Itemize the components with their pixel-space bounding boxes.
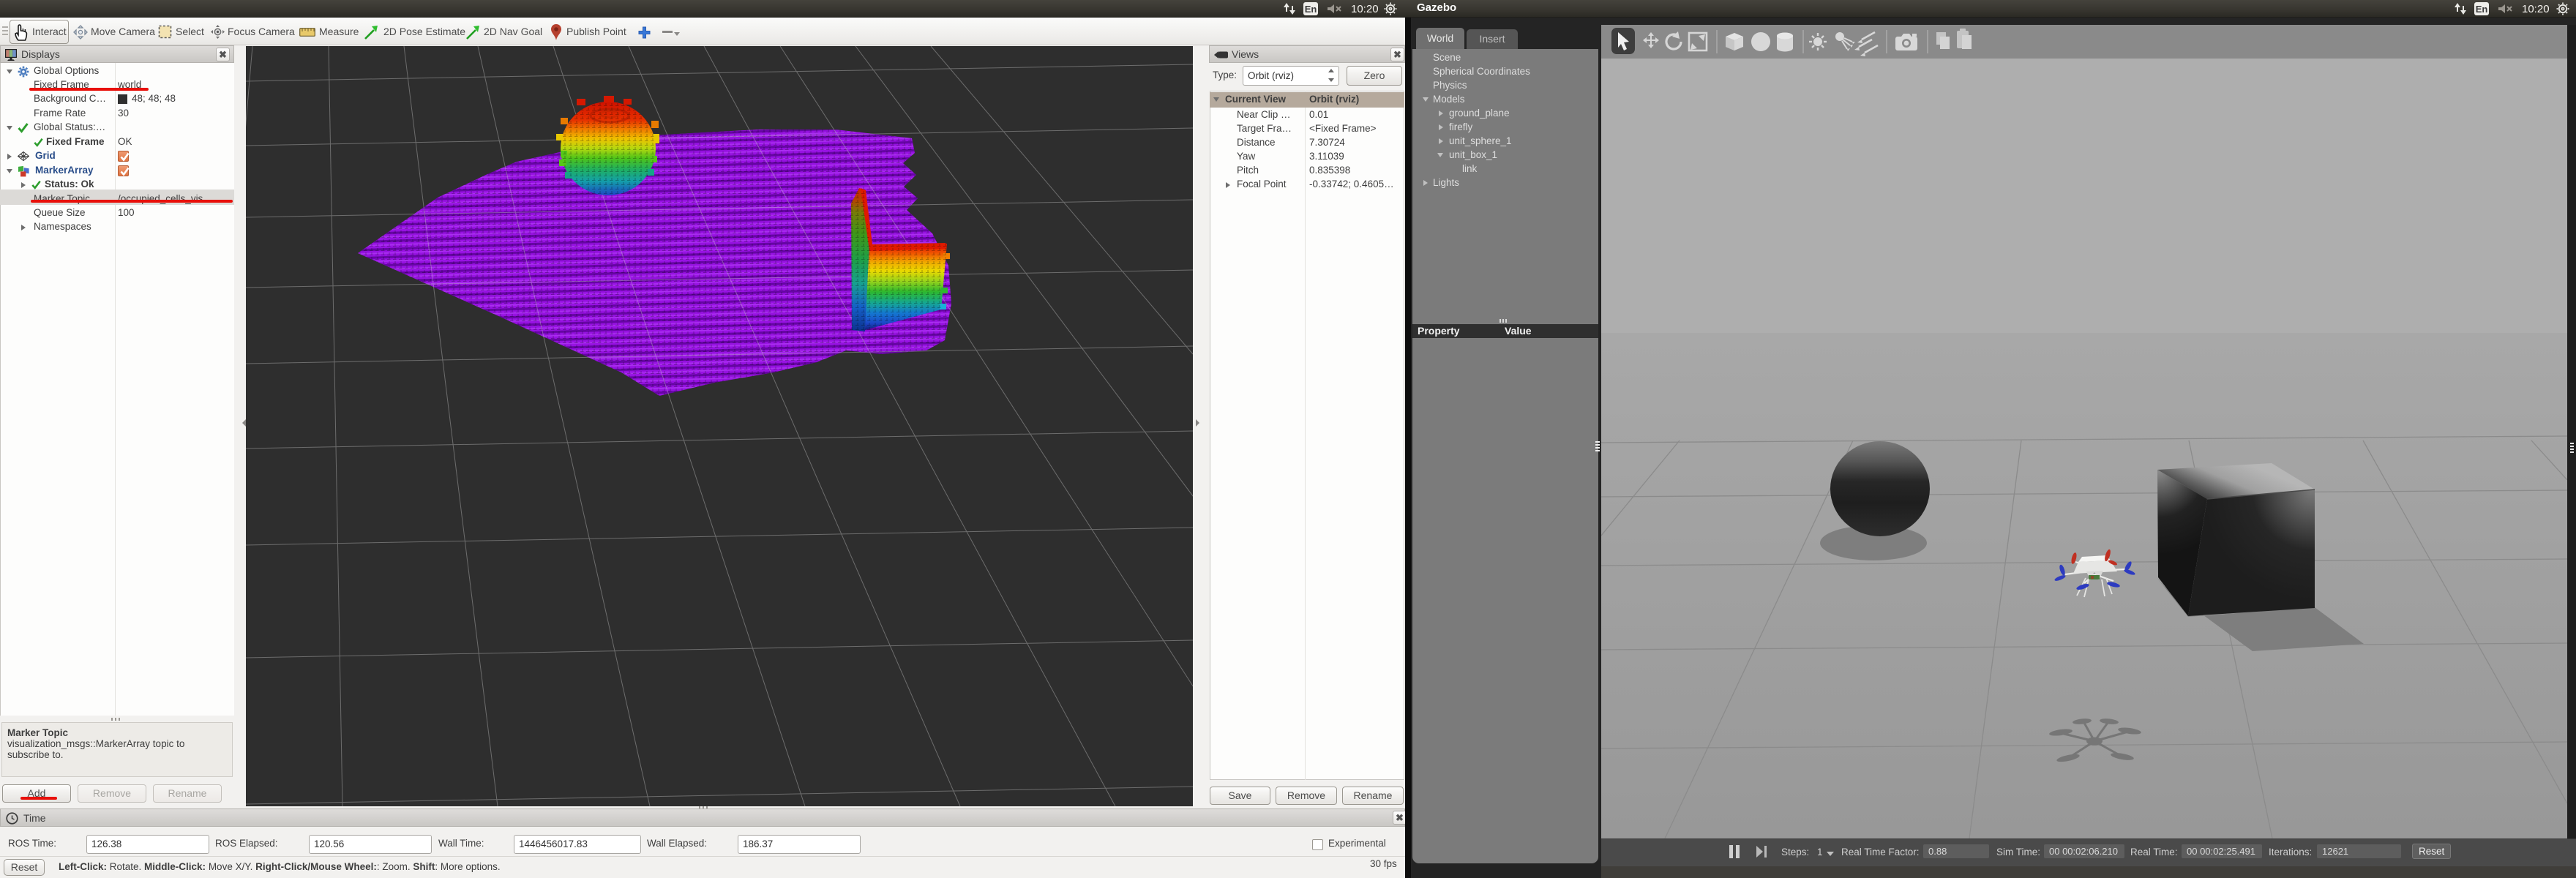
svg-text:En: En xyxy=(1305,4,1317,15)
svg-text:10:20: 10:20 xyxy=(2522,3,2550,15)
svg-text:En: En xyxy=(2476,4,2488,15)
svg-text:10:20: 10:20 xyxy=(1351,3,1379,15)
